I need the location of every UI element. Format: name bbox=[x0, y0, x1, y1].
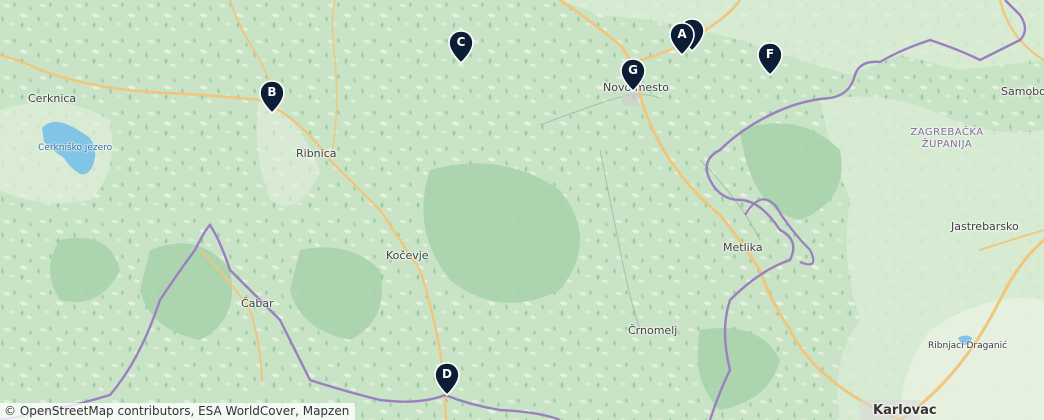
place-label-samobor: Samobo bbox=[1001, 85, 1044, 98]
place-label-cerknica: Cerknica bbox=[28, 92, 77, 105]
place-label-zagrebacka: ZAGREBAČKA ŽUPANIJA bbox=[910, 127, 984, 150]
attribution-link-openstreetmap[interactable]: OpenStreetMap contributors bbox=[20, 404, 191, 418]
map-marker-label: D bbox=[442, 367, 452, 381]
attribution-link-esa-worldcover[interactable]: ESA WorldCover bbox=[198, 404, 295, 418]
map-marker-d[interactable]: D bbox=[433, 362, 461, 396]
map-marker-label: C bbox=[456, 35, 466, 49]
place-label-crnomelj: Črnomelj bbox=[628, 324, 678, 337]
map-marker-a[interactable]: A bbox=[668, 22, 696, 56]
place-label-ribnjaci: Ribnjaci Draganić bbox=[928, 341, 1008, 351]
attribution-link-mapzen[interactable]: Mapzen bbox=[303, 404, 350, 418]
place-label-cerknisko-jezero: Cerkniško jezero bbox=[38, 143, 113, 153]
attribution-copyright: © bbox=[4, 404, 20, 418]
novo-mesto-urban bbox=[622, 92, 638, 106]
map-marker-b[interactable]: B bbox=[258, 80, 286, 114]
map-terrain bbox=[0, 0, 1044, 420]
place-label-cabar: Čabar bbox=[241, 297, 274, 310]
map-attribution: © OpenStreetMap contributors, ESA WorldC… bbox=[0, 403, 356, 420]
map-marker-label: B bbox=[267, 85, 277, 99]
map-marker-label: F bbox=[765, 47, 775, 61]
map-marker-c[interactable]: C bbox=[447, 30, 475, 64]
place-label-metlika: Metlika bbox=[723, 241, 763, 254]
map-view[interactable]: Cerknica Cerkniško jezero Ribnica Kočevj… bbox=[0, 0, 1044, 420]
map-marker-g[interactable]: G bbox=[619, 58, 647, 92]
place-label-jastrebarsko: Jastrebarsko bbox=[951, 220, 1019, 233]
place-label-karlovac: Karlovac bbox=[873, 403, 937, 418]
map-marker-f[interactable]: F bbox=[756, 42, 784, 76]
map-marker-label: G bbox=[628, 63, 638, 77]
place-label-ribnica: Ribnica bbox=[296, 147, 337, 160]
place-label-kocevje: Kočevje bbox=[386, 249, 429, 262]
map-marker-label: A bbox=[677, 27, 687, 41]
